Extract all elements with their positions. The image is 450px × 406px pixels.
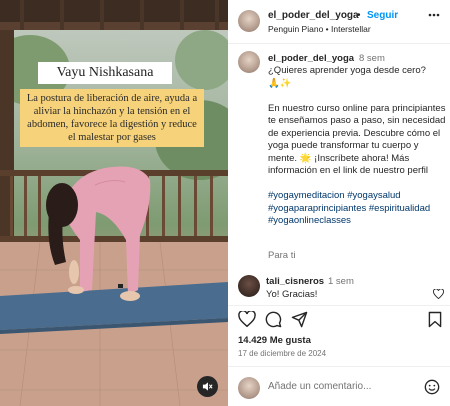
caption-paragraph: En nuestro curso online para principiant…	[268, 102, 446, 177]
likes-count[interactable]: 14.429 Me gusta	[238, 335, 311, 346]
more-options-icon[interactable]	[428, 13, 440, 17]
comment-text: Yo! Gracias!	[266, 289, 318, 300]
comment-input[interactable]: Añade un comentario...	[268, 381, 371, 392]
post-media[interactable]: Vayu Nishkasana La postura de liberación…	[0, 0, 228, 406]
comment-bubble-icon[interactable]	[265, 311, 282, 328]
muted-speaker-icon	[202, 382, 213, 391]
caption-timestamp: 8 sem	[359, 53, 385, 64]
separator-dot: •	[357, 10, 361, 21]
follow-button[interactable]: Seguir	[367, 10, 398, 21]
video-title-overlay: Vayu Nishkasana	[38, 62, 172, 84]
post-date: 17 de diciembre de 2024	[238, 349, 327, 358]
post-header: el_poder_del_yoga • Seguir Penguin Piano…	[228, 0, 450, 44]
comment-timestamp: 1 sem	[328, 276, 354, 287]
caption-line: ¿Quieres aprender yoga desde cero?	[268, 65, 426, 76]
caption-hashtags[interactable]: #yogaymeditacion #yogaysalud #yogaparapr…	[268, 190, 446, 228]
commenter-avatar[interactable]	[238, 275, 260, 297]
comments-section: el_poder_del_yoga 8 sem ¿Quieres aprende…	[228, 45, 450, 303]
see-translation-link[interactable]: Para ti	[268, 250, 295, 261]
mute-button[interactable]	[197, 376, 218, 397]
post-caption: ¿Quieres aprender yoga desde cero? 🙏✨ En…	[268, 65, 446, 240]
share-paper-plane-icon[interactable]	[291, 311, 308, 328]
like-heart-icon[interactable]	[238, 311, 256, 327]
current-user-avatar	[238, 377, 260, 399]
comment-like-heart-icon[interactable]	[433, 289, 444, 299]
add-comment-bar: Añade un comentario...	[228, 366, 450, 406]
comment-username[interactable]: tali_cisneros	[266, 276, 324, 287]
caption-username[interactable]: el_poder_del_yoga	[268, 53, 354, 64]
avatar[interactable]	[238, 51, 260, 73]
action-bar: 14.429 Me gusta 17 de diciembre de 2024	[228, 305, 450, 365]
caption-emoji: 🙏✨	[268, 77, 292, 89]
avatar[interactable]	[238, 10, 260, 32]
post-side-panel: el_poder_del_yoga • Seguir Penguin Piano…	[228, 0, 450, 406]
save-bookmark-icon[interactable]	[428, 311, 442, 328]
video-caption-overlay: La postura de liberación de aire, ayuda …	[20, 89, 204, 147]
emoji-picker-icon[interactable]	[424, 379, 440, 395]
author-username[interactable]: el_poder_del_yoga	[268, 10, 359, 21]
audio-track-link[interactable]: Penguin Piano • Interstellar	[268, 24, 371, 34]
yoga-scene-image	[0, 0, 228, 406]
